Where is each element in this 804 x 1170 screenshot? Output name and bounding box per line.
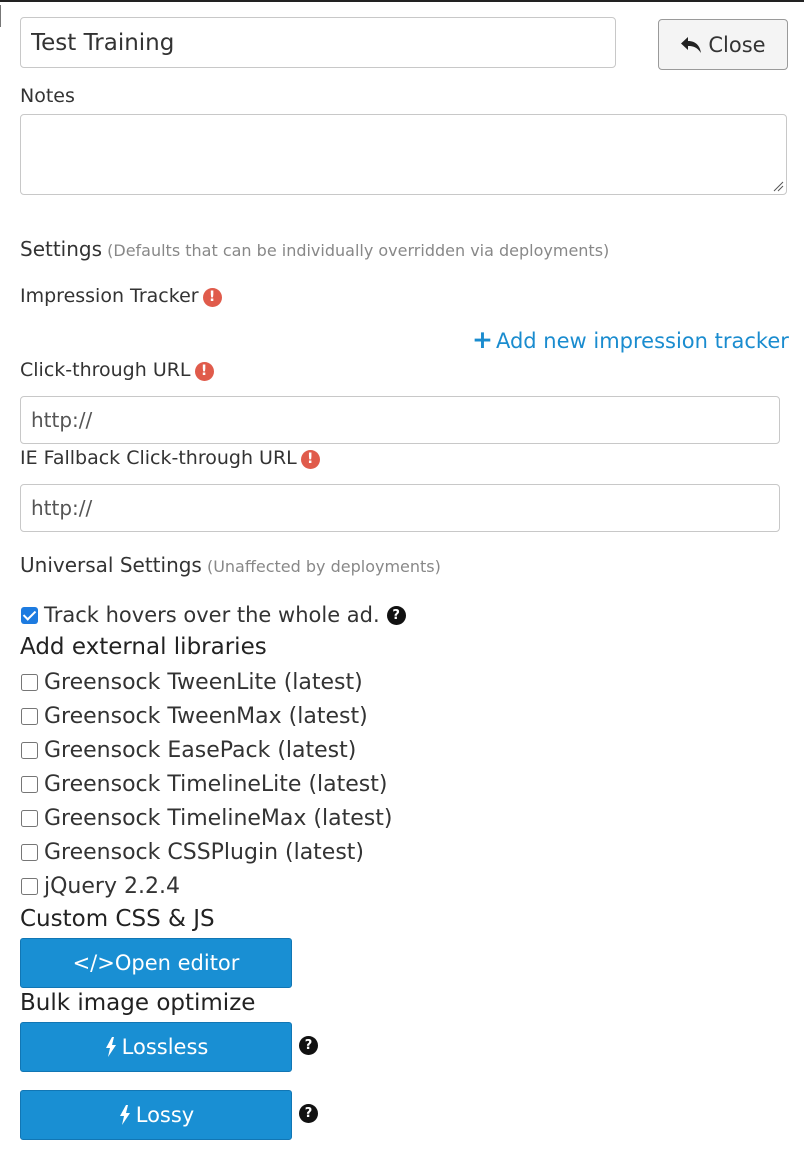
library-item: Greensock EasePack (latest) xyxy=(20,738,356,763)
universal-settings-subtitle: (Unaffected by deployments) xyxy=(206,557,441,576)
library-item: Greensock CSSPlugin (latest) xyxy=(20,840,364,865)
library-checkbox[interactable] xyxy=(21,708,38,725)
lossy-label: Lossy xyxy=(135,1103,195,1127)
lossless-button[interactable]: Lossless xyxy=(20,1022,292,1072)
top-border xyxy=(0,0,804,2)
settings-header: Settings (Defaults that can be individua… xyxy=(20,237,609,261)
notes-textarea[interactable] xyxy=(20,114,787,195)
ie-fallback-url-input[interactable] xyxy=(20,484,780,532)
bulk-optimize-heading: Bulk image optimize xyxy=(20,990,256,1016)
open-editor-label: </>Open editor xyxy=(72,951,240,975)
settings-subtitle: (Defaults that can be individually overr… xyxy=(107,241,610,260)
lightning-bolt-icon xyxy=(119,1105,130,1125)
library-item: Greensock TimelineLite (latest) xyxy=(20,772,387,797)
library-label: Greensock CSSPlugin (latest) xyxy=(44,840,365,865)
resize-grip-icon[interactable] xyxy=(772,180,784,192)
ie-fallback-label: IE Fallback Click-through URL xyxy=(20,447,297,469)
library-label: Greensock TimelineMax (latest) xyxy=(44,806,393,831)
library-item: jQuery 2.2.4 xyxy=(20,874,180,899)
reply-arrow-icon xyxy=(681,36,702,53)
impression-tracker-row: Impression Tracker! xyxy=(20,285,222,307)
plus-icon: + xyxy=(472,325,493,354)
exclamation-circle-icon[interactable]: ! xyxy=(194,362,214,381)
open-editor-button[interactable]: </>Open editor xyxy=(20,938,292,988)
library-checkbox[interactable] xyxy=(21,776,38,793)
library-checkbox[interactable] xyxy=(21,878,38,895)
lossless-label: Lossless xyxy=(121,1035,209,1059)
settings-title: Settings xyxy=(20,237,103,261)
library-item: Greensock TweenLite (latest) xyxy=(20,670,363,695)
library-item: Greensock TimelineMax (latest) xyxy=(20,806,392,831)
window-edge-mark xyxy=(0,5,2,27)
library-label: Greensock TimelineLite (latest) xyxy=(44,772,388,797)
training-name-input[interactable] xyxy=(20,17,616,68)
close-button-label: Close xyxy=(708,32,766,57)
lossy-button[interactable]: Lossy xyxy=(20,1090,292,1140)
ie-fallback-row: IE Fallback Click-through URL! xyxy=(20,447,320,469)
library-checkbox[interactable] xyxy=(21,742,38,759)
add-impression-tracker-link[interactable]: + Add new impression tracker xyxy=(472,325,789,354)
library-label: Greensock TweenLite (latest) xyxy=(44,670,363,695)
universal-settings-header: Universal Settings (Unaffected by deploy… xyxy=(20,553,441,577)
library-item: Greensock TweenMax (latest) xyxy=(20,704,368,729)
question-circle-icon[interactable]: ? xyxy=(299,1036,318,1055)
lightning-bolt-icon xyxy=(105,1037,116,1057)
notes-label: Notes xyxy=(20,85,75,107)
library-checkbox[interactable] xyxy=(21,844,38,861)
library-label: Greensock EasePack (latest) xyxy=(44,738,357,763)
custom-code-heading: Custom CSS & JS xyxy=(20,906,215,932)
close-button[interactable]: Close xyxy=(658,19,788,70)
question-circle-icon[interactable]: ? xyxy=(299,1104,318,1123)
exclamation-circle-icon[interactable]: ! xyxy=(300,450,320,469)
external-libraries-heading: Add external libraries xyxy=(20,634,267,660)
universal-settings-title: Universal Settings xyxy=(20,553,202,577)
click-through-label: Click-through URL xyxy=(20,359,191,381)
question-circle-icon[interactable]: ? xyxy=(386,605,406,625)
click-through-url-input[interactable] xyxy=(20,396,780,444)
exclamation-circle-icon[interactable]: ! xyxy=(202,288,222,307)
track-hovers-checkbox[interactable] xyxy=(21,606,38,624)
library-label: jQuery 2.2.4 xyxy=(44,874,180,899)
library-checkbox[interactable] xyxy=(21,674,38,691)
library-label: Greensock TweenMax (latest) xyxy=(44,704,368,729)
click-through-row: Click-through URL! xyxy=(20,359,214,381)
library-checkbox[interactable] xyxy=(21,810,38,827)
add-impression-tracker-label: Add new impression tracker xyxy=(495,329,789,353)
impression-tracker-label: Impression Tracker xyxy=(20,285,199,307)
track-hovers-label: Track hovers over the whole ad. xyxy=(44,603,380,627)
track-hovers-row: Track hovers over the whole ad. ? xyxy=(20,603,406,627)
